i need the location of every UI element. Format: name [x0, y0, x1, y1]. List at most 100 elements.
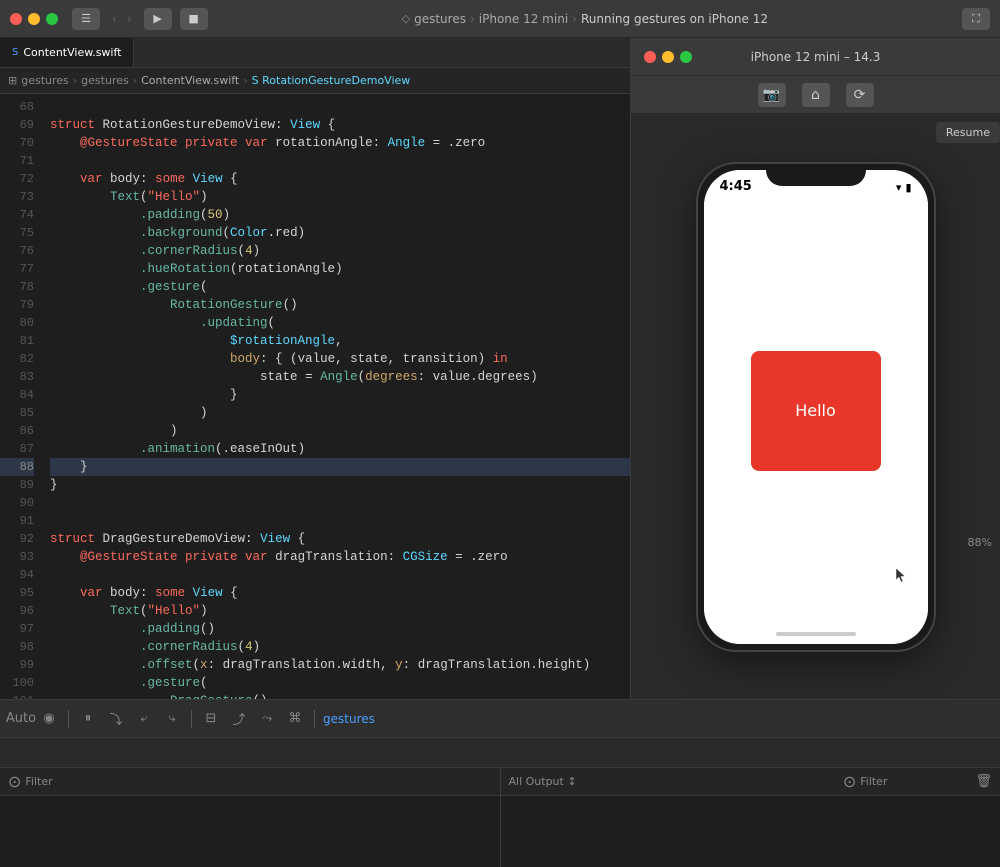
- bottom-left-content: [0, 796, 500, 867]
- pause-button[interactable]: ⏸: [77, 708, 99, 730]
- play-button[interactable]: ▶: [144, 8, 172, 30]
- stop-button[interactable]: ■: [180, 8, 208, 30]
- bc-folder-icon: ⊞: [8, 74, 17, 87]
- bc-part2[interactable]: gestures: [81, 74, 129, 87]
- step-over-button[interactable]: ⤵: [105, 708, 127, 730]
- filter-label-2: Filter: [860, 775, 887, 788]
- status-time: 4:45: [720, 179, 752, 194]
- code-line-94: [50, 566, 630, 584]
- nav-arrows: ‹ ›: [108, 10, 136, 28]
- sim-minimize-button[interactable]: [662, 51, 674, 63]
- sim-close-button[interactable]: [644, 51, 656, 63]
- home-button[interactable]: ⌂: [802, 83, 830, 107]
- back-arrow[interactable]: ‹: [108, 10, 121, 28]
- location-button[interactable]: ⌘: [284, 708, 306, 730]
- all-output-label: All Output ↕: [509, 775, 577, 788]
- rotate-button[interactable]: ⟳: [846, 83, 874, 107]
- code-line-83: state = Angle(degrees: value.degrees): [50, 368, 630, 386]
- code-line-91: [50, 512, 630, 530]
- code-line-77: .hueRotation(rotationAngle): [50, 260, 630, 278]
- file-tab-contentview[interactable]: S ContentView.swift: [0, 38, 134, 67]
- code-line-97: .padding(): [50, 620, 630, 638]
- sim-fullscreen-button[interactable]: [680, 51, 692, 63]
- code-line-69: struct RotationGestureDemoView: View {: [50, 116, 630, 134]
- trash-button[interactable]: 🗑: [975, 774, 992, 789]
- bottom-tabs: [0, 738, 1000, 768]
- device-name: iPhone 12 mini: [479, 12, 568, 26]
- swift-file-icon: S: [12, 47, 18, 58]
- code-line-100: .gesture(: [50, 674, 630, 692]
- hello-box: Hello: [751, 351, 881, 471]
- bottom-left-panel: ⊙ Filter: [0, 768, 501, 867]
- forward-arrow[interactable]: ›: [123, 10, 136, 28]
- bottom-content: ⊙ Filter All Output ↕ ⊙ Filter 🗑: [0, 768, 1000, 867]
- bc-part3[interactable]: ContentView.swift: [141, 74, 239, 87]
- layout-toggle-button[interactable]: ⊟: [200, 708, 222, 730]
- run-status: Running gestures on iPhone 12: [581, 12, 768, 26]
- code-line-92: struct DragGestureDemoView: View {: [50, 530, 630, 548]
- code-line-96: Text("Hello"): [50, 602, 630, 620]
- resume-button[interactable]: Resume: [936, 122, 1000, 143]
- code-content[interactable]: 68 69 70 71 72 73 74 75 76 77 78 79 80 8…: [0, 94, 630, 699]
- code-lines[interactable]: struct RotationGestureDemoView: View { @…: [42, 94, 630, 699]
- sidebar-toggle-button[interactable]: ☰: [72, 8, 100, 30]
- bc-part1[interactable]: gestures: [21, 74, 69, 87]
- code-line-78: .gesture(: [50, 278, 630, 296]
- scheme-label-debug: gestures: [323, 712, 375, 726]
- code-line-84: }: [50, 386, 630, 404]
- file-tab-label: ContentView.swift: [23, 46, 121, 59]
- filter-input-2[interactable]: [891, 776, 971, 788]
- iphone-home-bar: [704, 624, 928, 644]
- simulator-toolbar: 📷 ⌂ ⟳: [631, 76, 1000, 114]
- screenshot-button[interactable]: 📷: [758, 83, 786, 107]
- code-line-99: .offset(x: dragTranslation.width, y: dra…: [50, 656, 630, 674]
- code-line-76: .cornerRadius(4): [50, 242, 630, 260]
- code-line-71: [50, 152, 630, 170]
- main-area: S ContentView.swift ⊞ gestures › gesture…: [0, 38, 1000, 699]
- fullscreen-icon-btn[interactable]: ⛶: [962, 8, 990, 30]
- run-breadcrumb: ◇ gestures › iPhone 12 mini › Running ge…: [216, 12, 954, 26]
- iphone-screen: 4:45 ▾ ▮ Hello: [704, 170, 928, 644]
- code-line-88: }: [50, 458, 630, 476]
- simulator-panel: iPhone 12 mini – 14.3 📷 ⌂ ⟳ Resume 4:45 …: [630, 38, 1000, 699]
- code-line-68: [50, 98, 630, 116]
- filter-label: Filter: [25, 775, 52, 788]
- bc-struct[interactable]: S RotationGestureDemoView: [252, 74, 411, 87]
- file-tab-bar: S ContentView.swift: [0, 38, 630, 68]
- code-line-101: DragGesture(): [50, 692, 630, 699]
- code-line-73: Text("Hello"): [50, 188, 630, 206]
- code-line-80: .updating(: [50, 314, 630, 332]
- debug-auto-label[interactable]: Auto: [10, 708, 32, 730]
- code-line-82: body: { (value, state, transition) in: [50, 350, 630, 368]
- code-line-90: [50, 494, 630, 512]
- debug-show-vars-button[interactable]: ◉: [38, 708, 60, 730]
- minimize-button[interactable]: [28, 13, 40, 25]
- filter-input[interactable]: [57, 776, 492, 788]
- output-area: [501, 796, 1000, 867]
- filter-icon: ⊙: [8, 772, 21, 791]
- iphone-body[interactable]: Hello: [704, 198, 928, 624]
- code-line-87: .animation(.easeInOut): [50, 440, 630, 458]
- bc-sep3: ›: [243, 74, 247, 87]
- thread-button[interactable]: ⤳: [256, 708, 278, 730]
- output-toolbar: All Output ↕ ⊙ Filter 🗑: [501, 768, 1000, 796]
- title-bar: ☰ ‹ › ▶ ■ ◇ gestures › iPhone 12 mini › …: [0, 0, 1000, 38]
- share-button[interactable]: ⤴: [228, 708, 250, 730]
- fullscreen-button[interactable]: [46, 13, 58, 25]
- status-icons: ▾ ▮: [896, 181, 912, 194]
- step-into-button[interactable]: ⤶: [133, 708, 155, 730]
- step-out-button[interactable]: ⤷: [161, 708, 183, 730]
- code-line-89: }: [50, 476, 630, 494]
- traffic-lights: [10, 13, 58, 25]
- code-line-75: .background(Color.red): [50, 224, 630, 242]
- battery-icon: ▮: [905, 181, 911, 194]
- bottom-left-toolbar: ⊙ Filter: [0, 768, 500, 796]
- code-line-81: $rotationAngle,: [50, 332, 630, 350]
- bottom-panel: ⊙ Filter All Output ↕ ⊙ Filter 🗑: [0, 737, 1000, 867]
- close-button[interactable]: [10, 13, 22, 25]
- simulator-title-bar: iPhone 12 mini – 14.3: [631, 38, 1000, 76]
- code-line-79: RotationGesture(): [50, 296, 630, 314]
- iphone-frame: 4:45 ▾ ▮ Hello: [696, 162, 936, 652]
- bottom-right-panel: All Output ↕ ⊙ Filter 🗑: [501, 768, 1000, 867]
- code-line-74: .padding(50): [50, 206, 630, 224]
